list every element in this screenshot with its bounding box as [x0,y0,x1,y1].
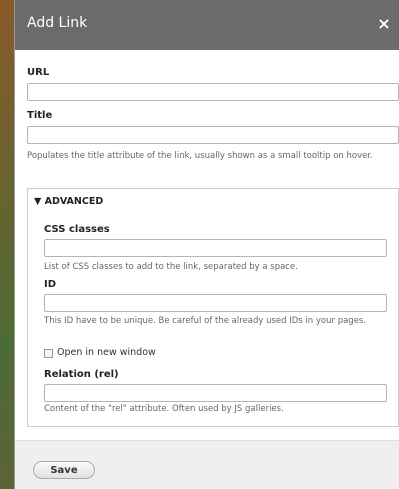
advanced-fieldset: ▼ ADVANCED CSS classes List of CSS class… [27,188,399,427]
dialog-titlebar: Add Link × [15,0,399,50]
title-label: Title [27,110,53,121]
add-link-dialog: Add Link × URL Title Populates the title… [14,0,399,489]
css-classes-input[interactable] [44,239,387,257]
title-input[interactable] [27,126,399,144]
dialog-footer: Save [15,440,399,489]
url-input[interactable] [27,83,399,101]
save-button[interactable]: Save [33,461,95,479]
url-label: URL [27,67,50,78]
dialog-title: Add Link [27,15,88,31]
id-input[interactable] [44,294,387,312]
relation-label: Relation (rel) [44,369,119,380]
close-icon[interactable]: × [374,12,394,36]
new-window-label[interactable]: Open in new window [57,347,156,358]
css-classes-label: CSS classes [44,224,110,235]
relation-input[interactable] [44,384,387,402]
id-label: ID [44,279,57,290]
relation-description: Content of the "rel" attribute. Often us… [44,404,284,414]
new-window-checkbox[interactable] [44,349,53,358]
advanced-toggle[interactable]: ▼ ADVANCED [34,196,103,207]
css-classes-description: List of CSS classes to add to the link, … [44,262,298,272]
id-description: This ID have to be unique. Be careful of… [44,316,367,326]
title-description: Populates the title attribute of the lin… [27,151,373,161]
